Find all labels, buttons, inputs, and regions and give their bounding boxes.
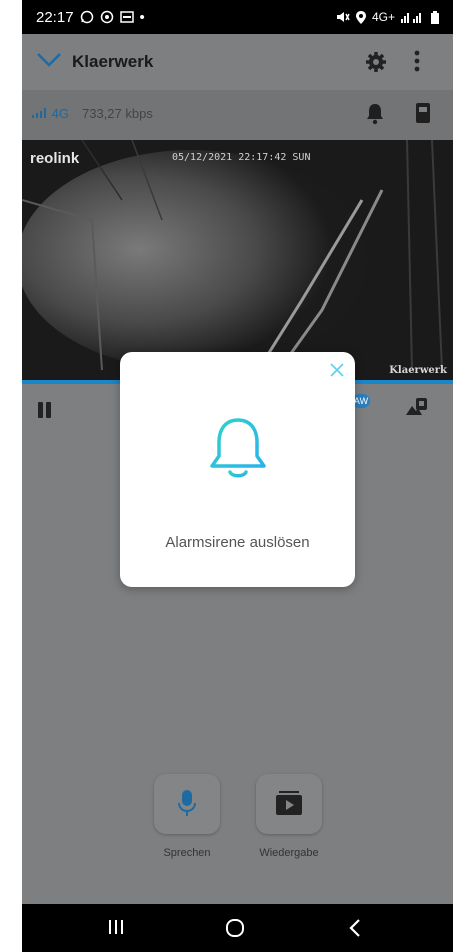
system-nav-bar	[22, 904, 453, 952]
page-title: Klaerwerk	[72, 52, 154, 71]
status-bar: 22:17 • 4G+	[22, 0, 453, 34]
bitrate-readout: 733,27 kbps	[82, 106, 153, 121]
signal-strength-icon	[32, 108, 46, 118]
back-icon[interactable]	[348, 918, 362, 938]
playback-button[interactable]	[256, 774, 322, 834]
video-timestamp: 05/12/2021 22:17:42 SUN	[172, 152, 311, 163]
camera-name-overlay: Klaerwerk	[389, 365, 447, 376]
chevron-down-icon[interactable]	[36, 52, 62, 68]
siren-message: Alarmsirene auslösen	[165, 534, 310, 551]
signal-label: 4G	[32, 106, 69, 121]
talk-button[interactable]	[154, 774, 220, 834]
battery-icon	[431, 10, 439, 24]
microphone-icon	[178, 790, 196, 816]
snapshot-icon[interactable]	[404, 397, 428, 417]
connection-bar: 4G 733,27 kbps	[22, 90, 453, 140]
at-icon	[100, 10, 113, 24]
more-options-icon[interactable]	[414, 50, 420, 72]
alarm-bell-icon[interactable]	[366, 103, 384, 125]
close-icon[interactable]	[329, 362, 345, 378]
talk-label: Sprechen	[163, 847, 211, 859]
playback-icon	[276, 791, 302, 815]
signal-icon	[401, 13, 421, 23]
dot-icon: •	[139, 8, 145, 26]
sd-card-icon[interactable]	[415, 102, 431, 124]
whatsapp-icon	[80, 10, 93, 24]
siren-dialog: Alarmsirene auslösen	[120, 352, 355, 587]
gallery-icon	[119, 11, 134, 23]
brand-watermark: reolink	[30, 150, 80, 167]
camera-image	[22, 140, 453, 380]
location-icon	[355, 10, 366, 24]
app-header: Klaerwerk	[22, 34, 453, 90]
home-icon[interactable]	[225, 918, 245, 938]
playback-label: Wiedergabe	[259, 847, 319, 859]
siren-bell-icon[interactable]	[207, 416, 269, 480]
status-time: 22:17	[36, 8, 74, 26]
pause-icon[interactable]	[38, 402, 52, 418]
network-type: 4G+	[371, 10, 395, 24]
recent-apps-icon[interactable]	[108, 918, 124, 936]
mute-icon	[336, 12, 350, 22]
phone-screen: 22:17 • 4G+ Klaerwerk 4G 733,27 kbps reo…	[22, 0, 453, 952]
gear-icon[interactable]	[366, 52, 386, 72]
camera-live-view[interactable]: reolink 05/12/2021 22:17:42 SUN Klaerwer…	[22, 140, 453, 380]
